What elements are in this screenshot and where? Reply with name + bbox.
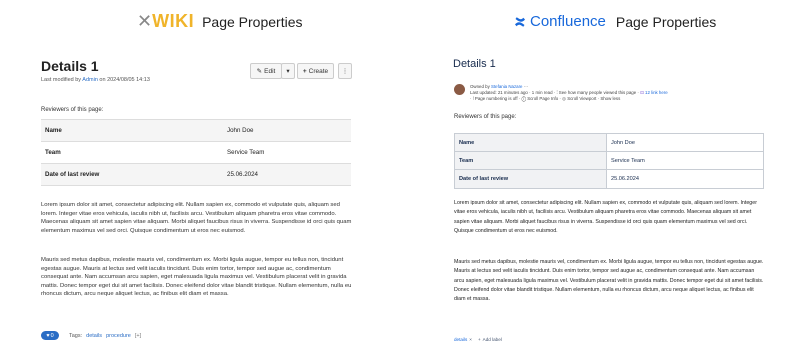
tags-label: Tags: [69,332,83,339]
numbering-icon: ⦙ [472,96,474,101]
property-value: John Doe [227,127,254,134]
reviewers-heading: Reviewers of this page: [454,114,517,120]
property-value: Service Team [227,149,265,156]
table-row: Date of last review 25.06.2024 [455,170,763,188]
page-views-link[interactable]: See how many people viewed this page [559,90,636,95]
xwiki-brand-subtitle: Page Properties [202,13,303,30]
info-icon: ⓘ [521,96,526,101]
confluence-brand-subtitle: Page Properties [615,13,717,30]
confluence-brand: Confluence Page Properties [514,13,716,30]
table-row: Team Service Team [41,142,351,164]
owner-link[interactable]: Stefania Nazare [491,84,523,89]
table-row: Name John Doe [41,120,351,142]
table-row: Name John Doe [455,134,763,152]
last-modified: Last modified by Admin on 2024/08/05 14:… [41,77,150,83]
property-key: Date of last review [455,170,607,188]
confluence-logo-word: Confluence [530,13,606,30]
edit-dropdown-button[interactable]: ▾ [281,63,295,79]
property-value: John Doe [611,139,635,146]
reviewers-heading: Reviewers of this page: [41,107,104,113]
links-here-link[interactable]: 12 link here [645,90,668,95]
confluence-logo-icon [515,16,525,27]
page-numbering-toggle[interactable]: Page numbering is off [475,96,518,101]
like-button[interactable]: ♥ 0 [41,331,59,340]
analytics-icon: ⫶ [556,90,558,95]
property-key: Team [455,152,607,169]
property-value: 25.06.2024 [611,176,639,182]
property-value: Service Team [611,157,645,164]
pencil-icon: ✎ [256,68,263,75]
show-less-link[interactable]: Show less [600,96,620,101]
body-paragraph: Mauris sed metus dapibus, molestie mauri… [454,259,764,303]
labels-bar: details × + Add label [454,337,502,342]
add-label-button[interactable]: Add label [483,337,502,342]
plus-icon: + [477,337,481,342]
xwiki-x-logo-icon: ✕ [137,11,152,31]
page-title: Details 1 [41,58,99,74]
table-row: Team Service Team [455,152,763,170]
xwiki-logo-word: WIKI [152,11,195,31]
label-chip[interactable]: details [454,337,467,342]
properties-table: Name John Doe Team Service Team Date of … [41,119,351,186]
link-icon: ⊡ [640,90,644,95]
xwiki-brand: ✕ WIKI Page Properties [137,11,303,32]
tags-bar: ♥ 0 Tags: details procedure [+] [41,331,141,340]
more-actions-button[interactable]: ⋮ [338,63,352,79]
author-link[interactable]: Admin [82,77,98,83]
property-key: Name [455,134,607,151]
viewport-icon: ◎ [562,96,566,101]
more-vertical-icon: ⋮ [341,68,349,75]
property-key: Name [45,127,62,134]
tag-link[interactable]: details [86,333,102,339]
remove-label-icon[interactable]: × [469,337,472,342]
add-tag-button[interactable]: [+] [135,333,141,339]
tag-link[interactable]: procedure [106,333,131,339]
owner-line: Owned by Stefania Nazare ··· [470,84,529,89]
page-tools-line: · ⦙ Page numbering is off · ⓘ Scroll Pag… [470,96,621,101]
property-value: 25.06.2024 [227,171,258,178]
scroll-viewport-link[interactable]: Scroll Viewport [567,96,596,101]
more-horizontal-icon[interactable]: ··· [524,84,528,89]
scroll-page-info-link[interactable]: Scroll Page Info [527,96,558,101]
property-key: Date of last review [45,171,100,178]
create-button[interactable]: + Create [297,63,334,79]
avatar [454,84,465,95]
body-paragraph: Lorem ipsum dolor sit amet, consectetur … [41,202,352,234]
properties-table: Name John Doe Team Service Team Date of … [454,133,764,189]
body-paragraph: Mauris sed metus dapibus, molestie mauri… [41,257,352,298]
xwiki-panel: ✕ WIKI Page Properties Details 1 Last mo… [0,0,400,360]
body-paragraph: Lorem ipsum dolor sit amet, consectetur … [454,200,757,234]
page-title: Details 1 [453,58,496,70]
table-row: Date of last review 25.06.2024 [41,164,351,186]
caret-down-icon: ▾ [286,68,290,75]
plus-icon: + [302,67,307,75]
property-key: Team [45,149,61,156]
heart-icon: ♥ [46,332,50,339]
confluence-panel: Confluence Page Properties Details 1 Own… [400,0,800,360]
edit-button[interactable]: ✎ Edit [250,63,282,79]
